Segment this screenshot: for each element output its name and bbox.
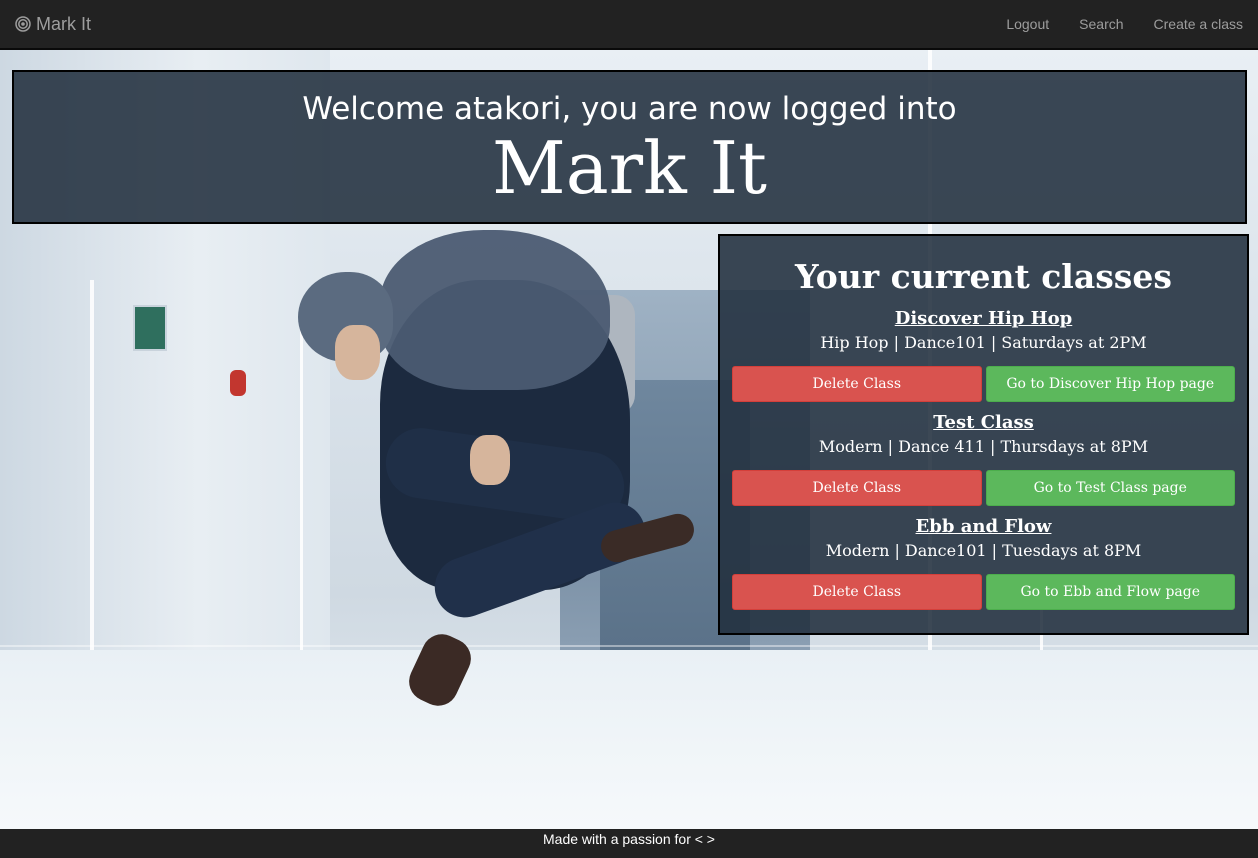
footer: Made with a passion for < > — [0, 829, 1258, 858]
welcome-message: Welcome atakori, you are now logged into — [302, 91, 957, 127]
delete-class-button[interactable]: Delete Class — [732, 574, 982, 610]
class-info: Hip Hop | Dance101 | Saturdays at 2PM — [820, 333, 1147, 352]
dancer-face — [335, 325, 380, 380]
go-to-class-button[interactable]: Go to Test Class page — [985, 470, 1235, 506]
delete-class-button[interactable]: Delete Class — [732, 366, 982, 402]
footer-text: Made with a passion for < > — [543, 831, 715, 847]
go-to-class-button[interactable]: Go to Discover Hip Hop page — [985, 366, 1235, 402]
nav-create-class-link[interactable]: Create a class — [1139, 0, 1258, 48]
fire-alarm-icon — [230, 370, 246, 396]
delete-class-button[interactable]: Delete Class — [732, 470, 982, 506]
dancer-hand — [470, 435, 510, 485]
class-info: Modern | Dance101 | Tuesdays at 8PM — [825, 541, 1142, 560]
class-name-link[interactable]: Discover Hip Hop — [720, 308, 1247, 330]
class-info: Modern | Dance 411 | Thursdays at 8PM — [818, 437, 1149, 456]
class-actions: Delete Class Go to Ebb and Flow page — [720, 574, 1247, 610]
brand-link[interactable]: Mark It — [15, 0, 91, 48]
current-classes-panel: Your current classes Discover Hip Hop Hi… — [718, 234, 1249, 635]
nav-logout-link[interactable]: Logout — [991, 0, 1064, 48]
class-name-link[interactable]: Test Class — [720, 412, 1247, 434]
class-item: Ebb and Flow Modern | Dance101 | Tuesday… — [720, 516, 1247, 610]
go-to-class-button[interactable]: Go to Ebb and Flow page — [985, 574, 1235, 610]
classes-title: Your current classes — [795, 257, 1172, 296]
class-item: Discover Hip Hop Hip Hop | Dance101 | Sa… — [720, 308, 1247, 402]
welcome-banner: Welcome atakori, you are now logged into… — [12, 70, 1247, 224]
dancer-scarf — [380, 230, 610, 390]
hallway-floor — [0, 650, 1258, 829]
class-name-link[interactable]: Ebb and Flow — [720, 516, 1247, 538]
class-item: Test Class Modern | Dance 411 | Thursday… — [720, 412, 1247, 506]
nav-links: Logout Search Create a class — [991, 0, 1258, 48]
target-icon — [15, 16, 31, 32]
exit-sign-icon — [133, 305, 167, 351]
brand-label: Mark It — [36, 13, 92, 34]
class-actions: Delete Class Go to Discover Hip Hop page — [720, 366, 1247, 402]
nav-search-link[interactable]: Search — [1064, 0, 1138, 48]
navbar: Mark It Logout Search Create a class — [0, 0, 1258, 50]
welcome-brand-title: Mark It — [492, 126, 767, 210]
class-actions: Delete Class Go to Test Class page — [720, 470, 1247, 506]
light-strip — [0, 645, 1258, 647]
